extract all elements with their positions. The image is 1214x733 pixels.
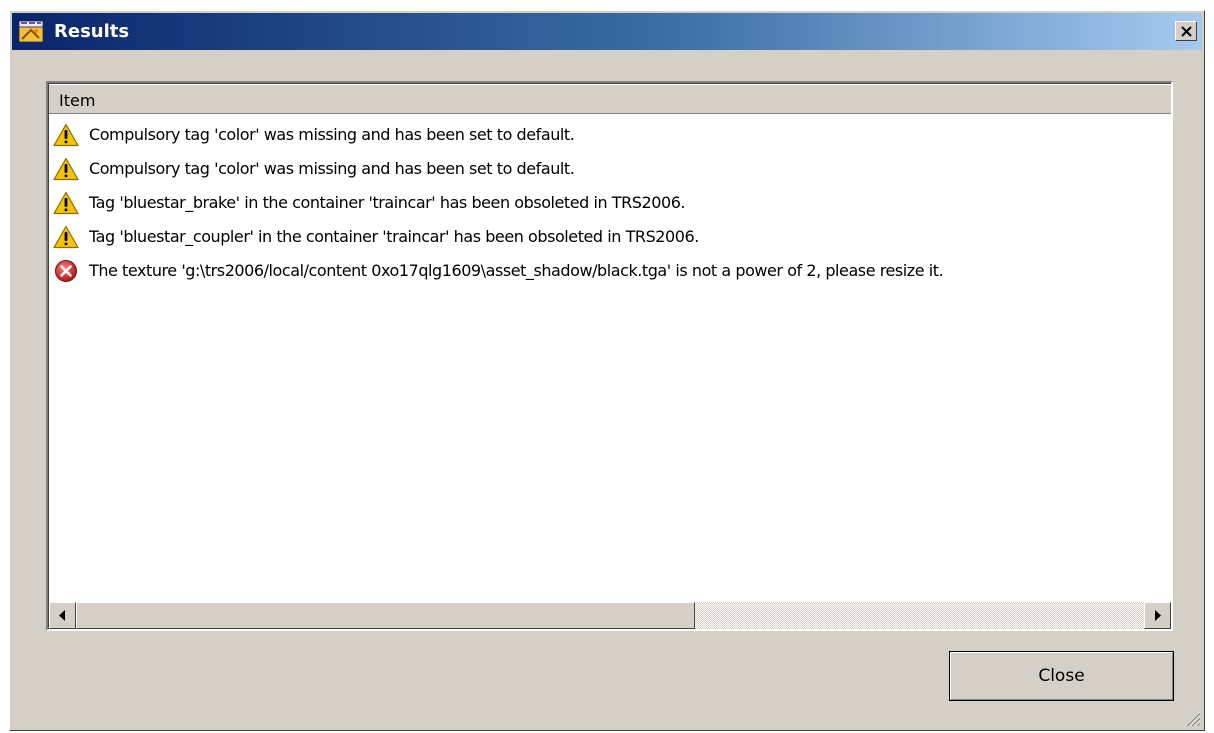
list-item-text: Tag 'bluestar_brake' in the container 't… (89, 193, 686, 212)
close-button-label: Close (1038, 666, 1085, 686)
results-dialog: Results Item Compulsory tag 'color' was … (9, 10, 1205, 731)
warning-icon (53, 123, 79, 147)
warning-icon (53, 225, 79, 249)
list-item[interactable]: Compulsory tag 'color' was missing and h… (49, 118, 1171, 152)
resize-grip-icon[interactable] (1183, 709, 1201, 727)
list-item-text: The texture 'g:\trs2006/local/content 0x… (89, 261, 944, 280)
close-button[interactable]: Close (949, 651, 1174, 701)
error-icon (53, 259, 79, 283)
close-x-icon (1181, 26, 1192, 37)
horizontal-scrollbar[interactable] (49, 602, 1171, 629)
list-item[interactable]: The texture 'g:\trs2006/local/content 0x… (49, 254, 1171, 288)
list-item-text: Compulsory tag 'color' was missing and h… (89, 159, 575, 178)
results-list[interactable]: Item Compulsory tag 'color' was missing … (46, 81, 1173, 631)
warning-icon (53, 157, 79, 181)
list-item[interactable]: Tag 'bluestar_coupler' in the container … (49, 220, 1171, 254)
scroll-thumb[interactable] (76, 602, 695, 629)
list-header: Item (49, 84, 1171, 114)
list-item[interactable]: Tag 'bluestar_brake' in the container 't… (49, 186, 1171, 220)
list-rows: Compulsory tag 'color' was missing and h… (49, 118, 1171, 288)
title-bar[interactable]: Results (12, 13, 1202, 50)
app-icon (18, 20, 44, 43)
window-title: Results (54, 21, 130, 42)
arrow-left-icon (59, 610, 65, 621)
scroll-right-button[interactable] (1144, 602, 1171, 629)
list-item[interactable]: Compulsory tag 'color' was missing and h… (49, 152, 1171, 186)
column-header-item[interactable]: Item (49, 84, 1171, 113)
list-item-text: Tag 'bluestar_coupler' in the container … (89, 227, 699, 246)
column-header-label: Item (59, 91, 96, 110)
list-frame: Item Compulsory tag 'color' was missing … (48, 83, 1171, 629)
close-window-button[interactable] (1175, 21, 1197, 41)
arrow-right-icon (1155, 610, 1161, 621)
scroll-left-button[interactable] (49, 602, 76, 629)
close-button-face: Close (950, 652, 1173, 700)
list-item-text: Compulsory tag 'color' was missing and h… (89, 125, 575, 144)
warning-icon (53, 191, 79, 215)
